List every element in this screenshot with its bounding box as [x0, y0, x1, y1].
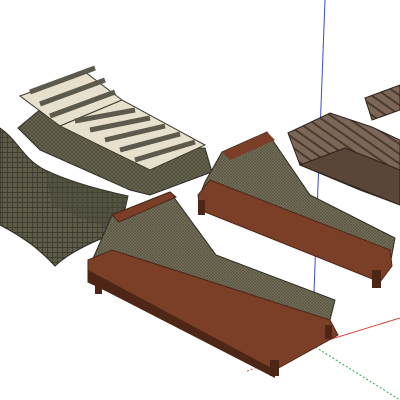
green-axis [311, 344, 400, 400]
model-canvas[interactable] [0, 0, 400, 400]
3d-viewport[interactable] [0, 0, 400, 400]
